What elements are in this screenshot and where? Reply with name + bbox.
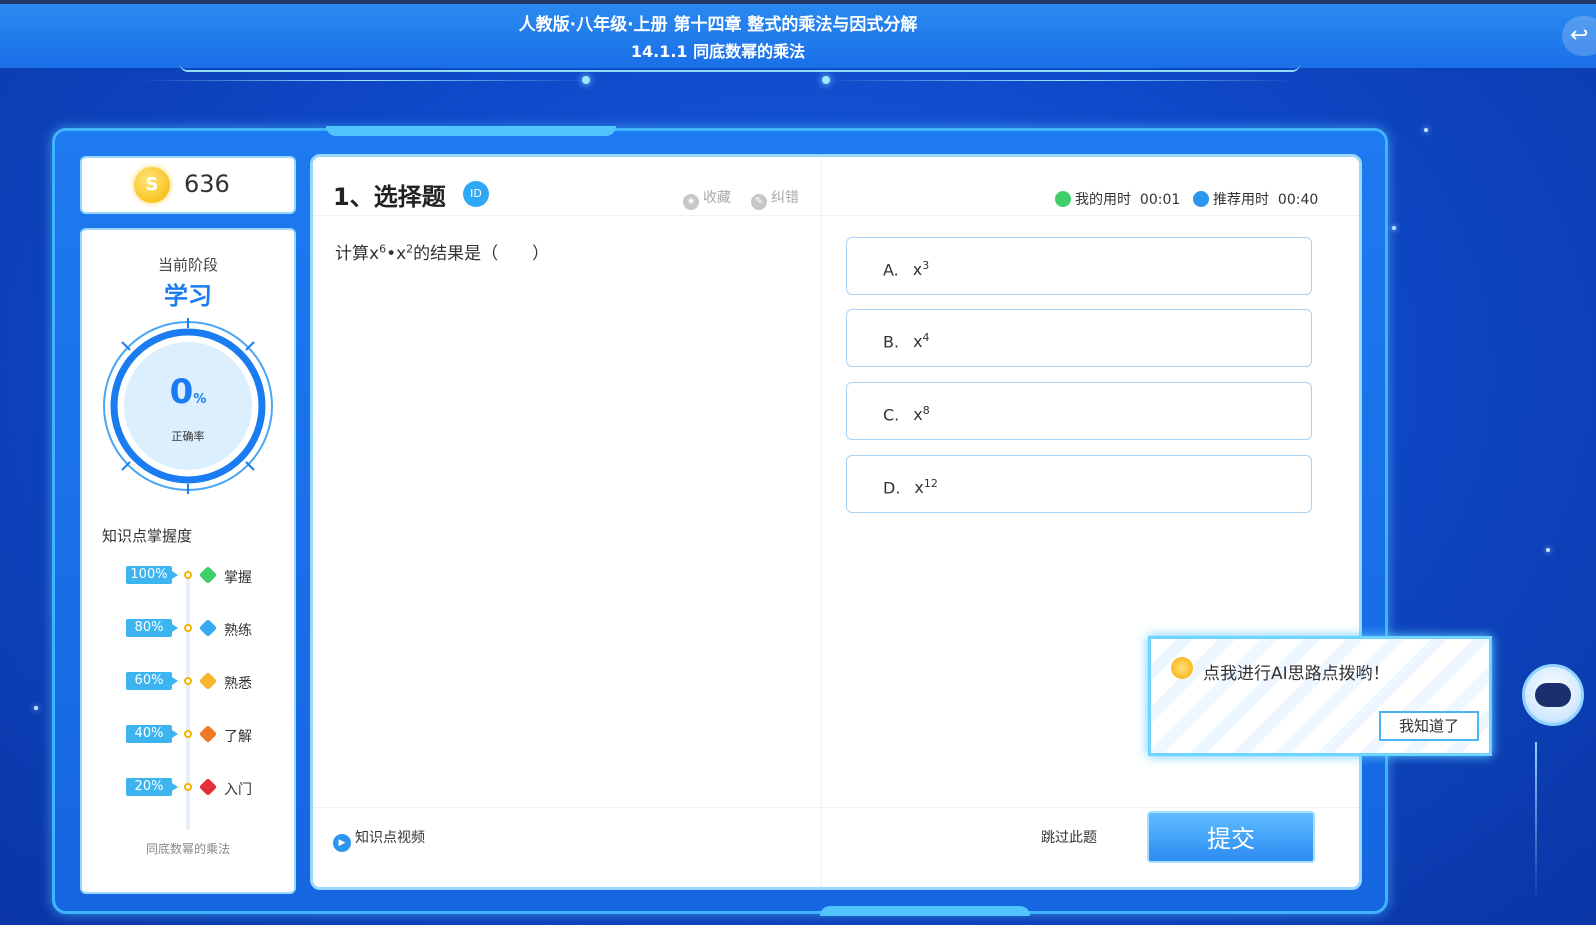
header-divider — [180, 64, 1300, 72]
knowledge-video-link[interactable]: ▶ 知识点视频 — [333, 827, 425, 852]
stage-label: 当前阶段 — [157, 256, 218, 274]
cube-icon — [198, 671, 218, 691]
clock-icon — [1055, 191, 1071, 207]
mastery-label: 掌握 — [224, 570, 252, 586]
mastery-percent: 100% — [126, 566, 178, 584]
mastery-percent: 40% — [126, 725, 178, 743]
pencil-icon: ✎ — [751, 194, 767, 210]
lightbulb-icon — [1171, 657, 1193, 679]
accuracy-label: 正确率 — [171, 430, 205, 443]
frame-tab-decoration — [820, 906, 1030, 916]
star-decoration — [1546, 548, 1550, 552]
report-error-button[interactable]: ✎ 纠错 — [751, 187, 799, 210]
mastery-dot — [184, 677, 192, 685]
panel-divider — [313, 215, 1359, 216]
mastery-level: 80% 熟练 — [126, 618, 286, 639]
stage-value: 学习 — [164, 282, 212, 310]
mastery-label: 熟悉 — [224, 676, 252, 692]
coin-count: 636 — [184, 170, 230, 198]
star-decoration — [1424, 128, 1428, 132]
mastery-level: 40% 了解 — [126, 724, 286, 745]
stage-panel: 当前阶段 学习 0% 正确率 知识点掌握度 100% 掌握 80% 熟练 60%… — [80, 228, 296, 894]
got-it-button[interactable]: 我知道了 — [1379, 711, 1479, 741]
mastery-dot — [184, 571, 192, 579]
cube-icon — [198, 565, 218, 585]
top-edge — [0, 0, 1596, 4]
timer-icon — [1193, 191, 1209, 207]
mastery-dot — [184, 730, 192, 738]
mastery-percent: 60% — [126, 672, 178, 690]
header-decoration-dot — [582, 76, 590, 84]
mastery-percent: 20% — [126, 778, 178, 796]
my-time: 我的用时 00:01 — [1055, 189, 1180, 209]
coin-icon: S — [134, 167, 170, 203]
cube-icon — [198, 777, 218, 797]
accuracy-percent: 0% — [169, 372, 207, 412]
option-a[interactable]: A. x3 — [846, 237, 1312, 295]
header-decoration-line — [825, 80, 1295, 81]
coin-panel: S 636 — [80, 156, 296, 214]
mastery-label: 熟练 — [224, 623, 252, 639]
cube-icon — [198, 618, 218, 638]
question-text: 计算x6•x2的结果是（ ） — [335, 242, 550, 264]
mastery-label: 入门 — [224, 782, 252, 798]
option-b[interactable]: B. x4 — [846, 309, 1312, 367]
mastery-label: 了解 — [224, 729, 252, 745]
id-badge[interactable]: ID — [463, 181, 489, 207]
skip-question-button[interactable]: 跳过此题 — [1041, 827, 1097, 847]
star-decoration — [34, 706, 38, 710]
star-icon: ★ — [683, 194, 699, 210]
recommended-time: 推荐用时 00:40 — [1193, 189, 1318, 209]
header-decoration-dot — [822, 76, 830, 84]
page-subtitle: 14.1.1 同底数幂的乘法 — [630, 42, 806, 61]
back-arrow-icon: ↩ — [1570, 23, 1589, 48]
question-type-title: 1、选择题 — [333, 183, 446, 211]
robot-beam — [1535, 742, 1537, 902]
knowledge-point-name: 同底数幂的乘法 — [145, 842, 230, 856]
ai-tip-text: 点我进行AI思路点拨哟！ — [1203, 664, 1390, 684]
page-title: 人教版·八年级·上册 第十四章 整式的乘法与因式分解 — [518, 15, 918, 35]
mastery-percent: 80% — [126, 619, 178, 637]
header-decoration-line — [140, 80, 590, 81]
ai-tip-popup: 点我进行AI思路点拨哟！ 我知道了 — [1148, 636, 1492, 756]
cube-icon — [198, 724, 218, 744]
frame-tab-decoration — [326, 126, 616, 136]
favorite-button[interactable]: ★ 收藏 — [683, 187, 731, 210]
submit-button[interactable]: 提交 — [1147, 811, 1315, 863]
ai-robot-button[interactable] — [1522, 664, 1584, 726]
mastery-dot — [184, 624, 192, 632]
back-button[interactable]: ↩ — [1562, 16, 1596, 56]
mastery-dot — [184, 783, 192, 791]
mastery-level: 100% 掌握 — [126, 565, 286, 586]
option-c[interactable]: C. x8 — [846, 382, 1312, 440]
mastery-level: 20% 入门 — [126, 777, 286, 798]
panel-divider — [313, 807, 1359, 808]
mastery-title: 知识点掌握度 — [102, 527, 193, 545]
star-decoration — [1392, 226, 1396, 230]
play-icon: ▶ — [333, 834, 351, 852]
robot-icon — [1535, 683, 1571, 707]
panel-divider — [821, 157, 822, 887]
mastery-level: 60% 熟悉 — [126, 671, 286, 692]
option-d[interactable]: D. x12 — [846, 455, 1312, 513]
